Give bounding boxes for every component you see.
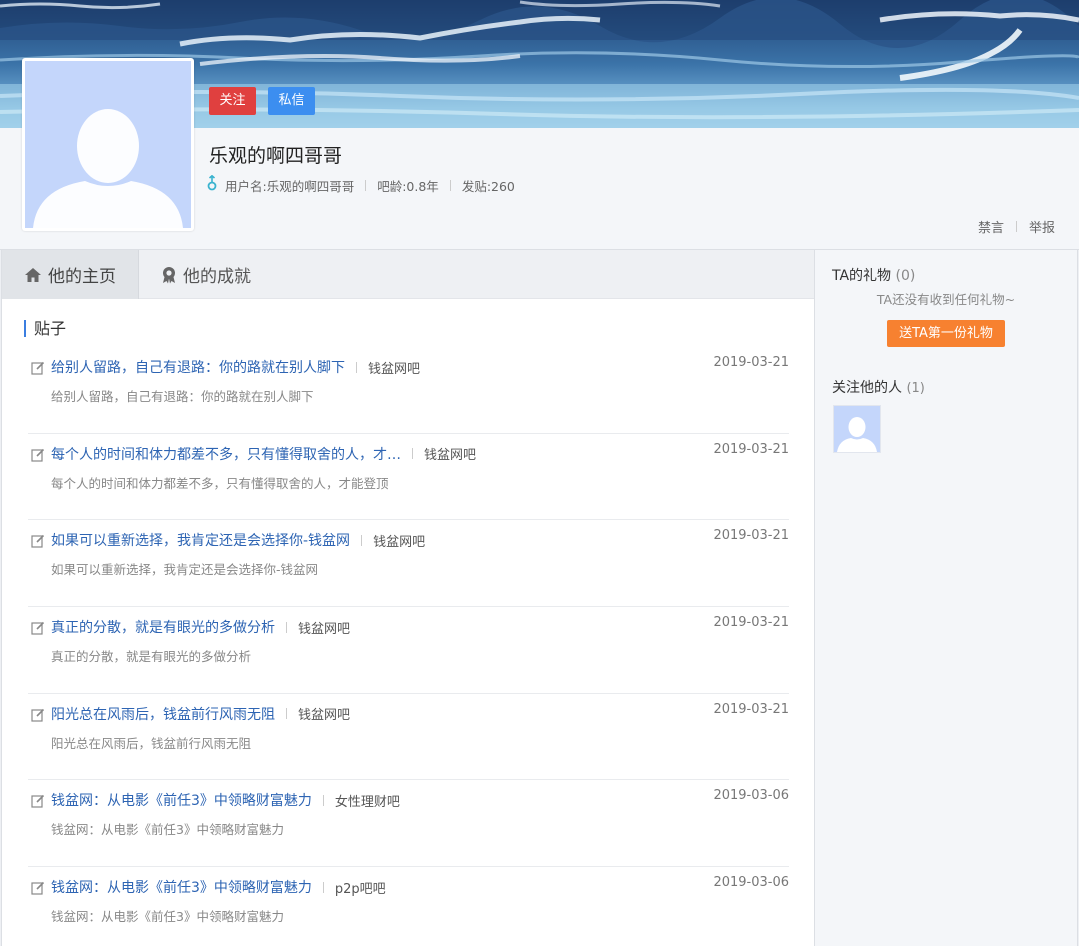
report-link[interactable]: 举报 [1029,217,1055,236]
title-divider [322,881,324,893]
meta-age: 吧龄:0.8年 [377,178,439,194]
default-avatar-image [25,61,191,228]
section-title: 贴子 [24,320,66,337]
edit-icon [31,360,45,375]
edit-icon [31,620,45,635]
post-bar-link[interactable]: 钱盆网吧 [368,358,420,377]
post-summary: 阳光总在风雨后，钱盆前行风雨无阻 [51,735,252,751]
tab-achievements[interactable]: 他的成就 [139,250,273,299]
post-list: 给别人留路，自己有退路：你的路就在别人脚下 钱盆网吧 2019-03-21 给别… [28,347,789,946]
gift-empty-text: TA还没有收到任何礼物~ [876,292,1016,307]
post-title-link[interactable]: 如果可以重新选择，我肯定还是会选择你-钱盆网 [51,530,350,550]
post-summary: 每个人的时间和体力都差不多，只有懂得取舍的人，才能登顶 [51,475,389,491]
ban-link[interactable]: 禁言 [978,217,1004,236]
sidebar: TA的礼物 (0) TA还没有收到任何礼物~ 送TA第一份礼物 关注他的人 (1… [814,250,1078,946]
edit-icon [31,880,45,895]
message-button[interactable]: 私信 [268,87,315,115]
post-title-link[interactable]: 阳光总在风雨后，钱盆前行风雨无阻 [51,704,275,724]
post-summary: 钱盆网：从电影《前任3》中领略财富魅力 [51,909,284,925]
post-date: 2019-03-06 [713,788,789,804]
followers-heading: 关注他的人 (1) [832,377,925,397]
title-divider [356,361,357,373]
title-divider [412,448,413,460]
post-bar-link[interactable]: 钱盆网吧 [424,444,476,463]
followers-count: (1) [906,381,925,396]
post-title-link[interactable]: 钱盆网：从电影《前任3》中领略财富魅力 [51,877,312,897]
post-summary: 钱盆网：从电影《前任3》中领略财富魅力 [51,822,284,838]
list-item: 每个人的时间和体力都差不多，只有懂得取舍的人，才… 钱盆网吧 2019-03-2… [28,434,789,521]
post-bar-link[interactable]: 女性理财吧 [335,791,400,810]
post-bar-link[interactable]: 钱盆网吧 [373,531,425,550]
post-summary: 真正的分散，就是有眼光的多做分析 [51,649,252,665]
title-divider [322,794,324,806]
post-bar-link[interactable]: p2p吧吧 [335,878,386,897]
post-title-link[interactable]: 钱盆网：从电影《前任3》中领略财富魅力 [51,790,312,810]
title-divider [286,708,287,720]
meta-username: 用户名:乐观的啊四哥哥 [225,178,355,194]
edit-icon [31,793,45,809]
gift-title: TA的礼物 [832,268,892,284]
profile-actions: 禁言 举报 [978,217,1055,236]
profile-meta: 用户名:乐观的啊四哥哥 吧龄:0.8年 发贴:260 [207,174,515,195]
list-item: 给别人留路，自己有退路：你的路就在别人脚下 钱盆网吧 2019-03-21 给别… [28,347,789,434]
post-date: 2019-03-06 [713,875,789,891]
post-date: 2019-03-21 [713,355,789,370]
post-date: 2019-03-21 [713,441,789,457]
post-bar-link[interactable]: 钱盆网吧 [298,704,350,723]
edit-icon [31,533,45,548]
edit-icon [31,707,45,722]
list-item: 钱盆网：从电影《前任3》中领略财富魅力 女性理财吧 2019-03-06 钱盆网… [28,780,789,868]
post-date: 2019-03-21 [713,615,789,631]
edit-icon [31,447,45,462]
post-title-link[interactable]: 给别人留路，自己有退路：你的路就在别人脚下 [51,357,345,377]
title-divider [286,621,287,633]
post-summary: 如果可以重新选择，我肯定还是会选择你-钱盆网 [51,562,319,578]
post-bar-link[interactable]: 钱盆网吧 [298,618,350,637]
home-icon [24,267,42,283]
post-title-link[interactable]: 真正的分散，就是有眼光的多做分析 [51,617,275,637]
actions-divider [1015,221,1017,232]
profile-avatar [22,58,194,231]
follow-button[interactable]: 关注 [209,87,256,115]
post-title-link[interactable]: 每个人的时间和体力都差不多，只有懂得取舍的人，才… [51,444,401,464]
post-date: 2019-03-21 [713,528,789,544]
tab-home[interactable]: 他的主页 [2,250,139,299]
post-date: 2019-03-21 [713,701,789,717]
post-summary: 给别人留路，自己有退路：你的路就在别人脚下 [51,389,314,404]
main-content: 他的主页 他的成就 贴子 给别人留路，自己有退路：你的路就在别人脚下 钱盆网吧 … [1,250,814,946]
send-gift-button[interactable]: 送TA第一份礼物 [887,320,1005,347]
tab-home-label: 他的主页 [48,267,116,287]
profile-username: 乐观的啊四哥哥 [209,145,343,167]
list-item: 钱盆网：从电影《前任3》中领略财富魅力 p2p吧吧 2019-03-06 钱盆网… [28,867,789,946]
gift-heading: TA的礼物 (0) [832,265,915,285]
meta-divider [365,179,367,191]
followers-title: 关注他的人 [832,380,902,396]
meta-divider [449,179,451,191]
list-item: 真正的分散，就是有眼光的多做分析 钱盆网吧 2019-03-21 真正的分散，就… [28,607,789,694]
male-icon [207,174,217,195]
profile-tabs: 他的主页 他的成就 [2,250,814,299]
tab-achievements-label: 他的成就 [183,267,251,287]
title-divider [361,534,363,546]
list-item: 如果可以重新选择，我肯定还是会选择你-钱盆网 钱盆网吧 2019-03-21 如… [28,520,789,608]
follower-avatar[interactable] [833,405,881,453]
gift-count: (0) [895,268,916,284]
meta-posts: 发贴:260 [461,178,515,194]
list-item: 阳光总在风雨后，钱盆前行风雨无阻 钱盆网吧 2019-03-21 阳光总在风雨后… [28,694,789,781]
medal-icon [161,266,177,284]
